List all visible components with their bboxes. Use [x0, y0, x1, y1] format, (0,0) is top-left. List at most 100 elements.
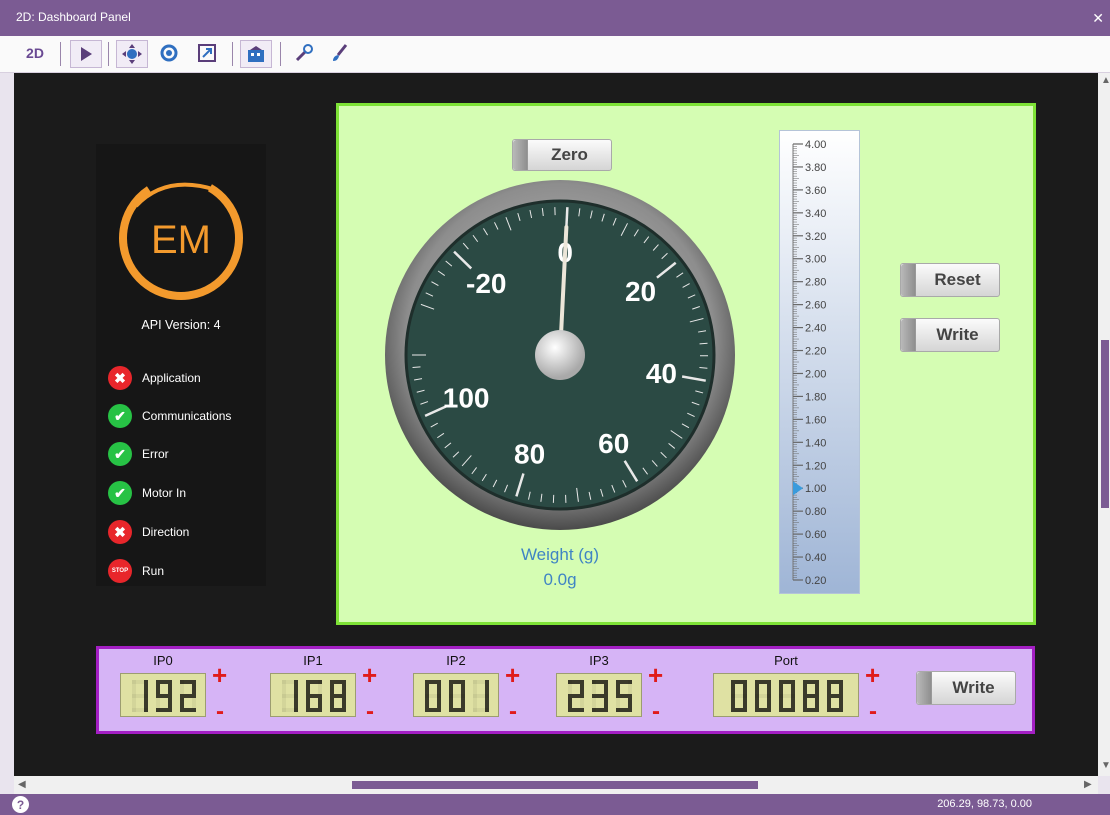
status-label: Motor In	[142, 486, 187, 500]
lcd-segment	[330, 680, 334, 696]
slider-scale-label: 1.60	[805, 414, 826, 426]
lcd-segment	[294, 680, 298, 696]
slider-scale-label: 0.20	[805, 575, 826, 587]
gauge-scale-label: -20	[466, 268, 506, 299]
decrement-button-ip2[interactable]: -	[509, 698, 517, 726]
scroll-left-arrow-icon[interactable]: ◀	[18, 779, 26, 790]
view-2d-button[interactable]: 2D	[20, 40, 50, 66]
lcd-segment	[132, 680, 136, 696]
status-row-motor-in: ✔ Motor In	[108, 481, 186, 505]
lcd-segment	[731, 694, 747, 698]
reset-button[interactable]: Reset	[900, 263, 1000, 297]
lcd-segment	[449, 696, 453, 712]
cursor-coordinates: 206.29, 98.73, 0.00	[937, 798, 1032, 810]
lcd-segment	[779, 696, 783, 712]
status-label: Communications	[142, 409, 232, 423]
lcd-segment	[282, 680, 286, 696]
lcd-segment	[473, 680, 477, 696]
wrench-icon	[295, 44, 313, 62]
slider-scale-label: 2.00	[805, 368, 826, 380]
decrement-button-ip1[interactable]: -	[366, 698, 374, 726]
increment-button-port[interactable]: +	[865, 660, 880, 691]
toolbar-separator	[60, 42, 61, 66]
lcd-segment	[827, 694, 843, 698]
increment-button-ip0[interactable]: +	[212, 660, 227, 691]
lcd-segment	[306, 696, 310, 712]
vertical-scroll-thumb[interactable]	[1101, 340, 1109, 508]
lcd-segment	[425, 680, 429, 696]
slider-scale-label: 0.40	[805, 552, 826, 564]
scroll-right-arrow-icon[interactable]: ▶	[1084, 779, 1092, 790]
slider-scale-label: 2.80	[805, 277, 826, 289]
rotate-view-button[interactable]	[154, 40, 184, 66]
pan-button[interactable]	[116, 40, 148, 68]
lcd-segment	[425, 696, 429, 712]
lcd-segment	[803, 694, 819, 698]
lcd-display-ip3[interactable]	[556, 673, 642, 717]
write-button-label: Write	[936, 325, 979, 344]
toggle-knob	[901, 319, 916, 351]
lcd-segment	[568, 694, 584, 698]
status-row-application: ✖ Application	[108, 366, 201, 390]
status-label: Run	[142, 564, 165, 578]
network-field-label: IP0	[153, 653, 173, 668]
em-logo: EM	[119, 176, 243, 300]
lcd-segment	[282, 696, 286, 712]
lcd-segment	[449, 694, 465, 698]
increment-button-ip1[interactable]: +	[362, 660, 377, 691]
increment-button-ip3[interactable]: +	[648, 660, 663, 691]
lcd-display-ip0[interactable]	[120, 673, 206, 717]
status-row-communications: ✔ Communications	[108, 404, 231, 428]
network-write-button[interactable]: Write	[916, 671, 1016, 705]
help-icon[interactable]: ?	[12, 796, 29, 813]
slider-pointer	[793, 481, 803, 496]
dashboard-view-button[interactable]	[240, 40, 272, 68]
decrement-button-ip0[interactable]: -	[216, 698, 224, 726]
increment-button-ip2[interactable]: +	[505, 660, 520, 691]
pointer-icon	[81, 47, 92, 61]
lcd-segment	[731, 680, 735, 696]
slider-scale-label: 3.00	[805, 254, 826, 266]
lcd-segment	[473, 694, 489, 698]
vertical-slider-scale[interactable]: 4.00 3.80 3.60 3.40 3.20 3.00 2.80 2.60 2.40 2.20…	[779, 130, 860, 594]
decrement-button-ip3[interactable]: -	[652, 698, 660, 726]
status-label: Application	[142, 371, 201, 385]
move-arrows-icon	[122, 44, 142, 64]
slider-scale-label: 4.00	[805, 139, 826, 151]
scroll-up-arrow-icon[interactable]: ▲	[1101, 75, 1110, 86]
lcd-segment	[568, 696, 572, 712]
close-icon[interactable]: ✕	[1092, 10, 1104, 27]
slider-scale-label: 3.60	[805, 185, 826, 197]
lcd-segment	[779, 680, 783, 696]
write-button[interactable]: Write	[900, 318, 1000, 352]
slider-scale-label: 2.20	[805, 346, 826, 358]
lcd-segment	[592, 680, 596, 696]
zoom-extents-button[interactable]	[192, 40, 222, 66]
select-pointer-button[interactable]	[70, 40, 102, 68]
lcd-segment	[330, 696, 334, 712]
check-icon: ✔	[108, 442, 132, 466]
lcd-segment	[461, 680, 465, 696]
paint-button[interactable]	[326, 40, 354, 66]
horizontal-scroll-thumb[interactable]	[352, 781, 758, 789]
slider-scale-label: 3.80	[805, 162, 826, 174]
status-label: Error	[142, 447, 169, 461]
zero-button[interactable]: Zero	[512, 139, 612, 171]
lcd-segment	[755, 694, 771, 698]
tools-button[interactable]	[290, 40, 318, 66]
lcd-segment	[743, 680, 747, 696]
toggle-knob	[901, 264, 916, 296]
decrement-button-port[interactable]: -	[869, 698, 877, 726]
lcd-segment	[449, 680, 453, 696]
lcd-display-ip1[interactable]	[270, 673, 356, 717]
lcd-segment	[815, 680, 819, 696]
lcd-segment	[616, 680, 620, 696]
lcd-segment	[767, 680, 771, 696]
lcd-display-port[interactable]	[713, 673, 859, 717]
lcd-segment	[580, 680, 584, 696]
lcd-display-ip2[interactable]	[413, 673, 499, 717]
brush-icon	[333, 44, 348, 61]
toolbar-separator	[232, 42, 233, 66]
scroll-down-arrow-icon[interactable]: ▼	[1101, 760, 1110, 771]
lcd-segment	[791, 680, 795, 696]
